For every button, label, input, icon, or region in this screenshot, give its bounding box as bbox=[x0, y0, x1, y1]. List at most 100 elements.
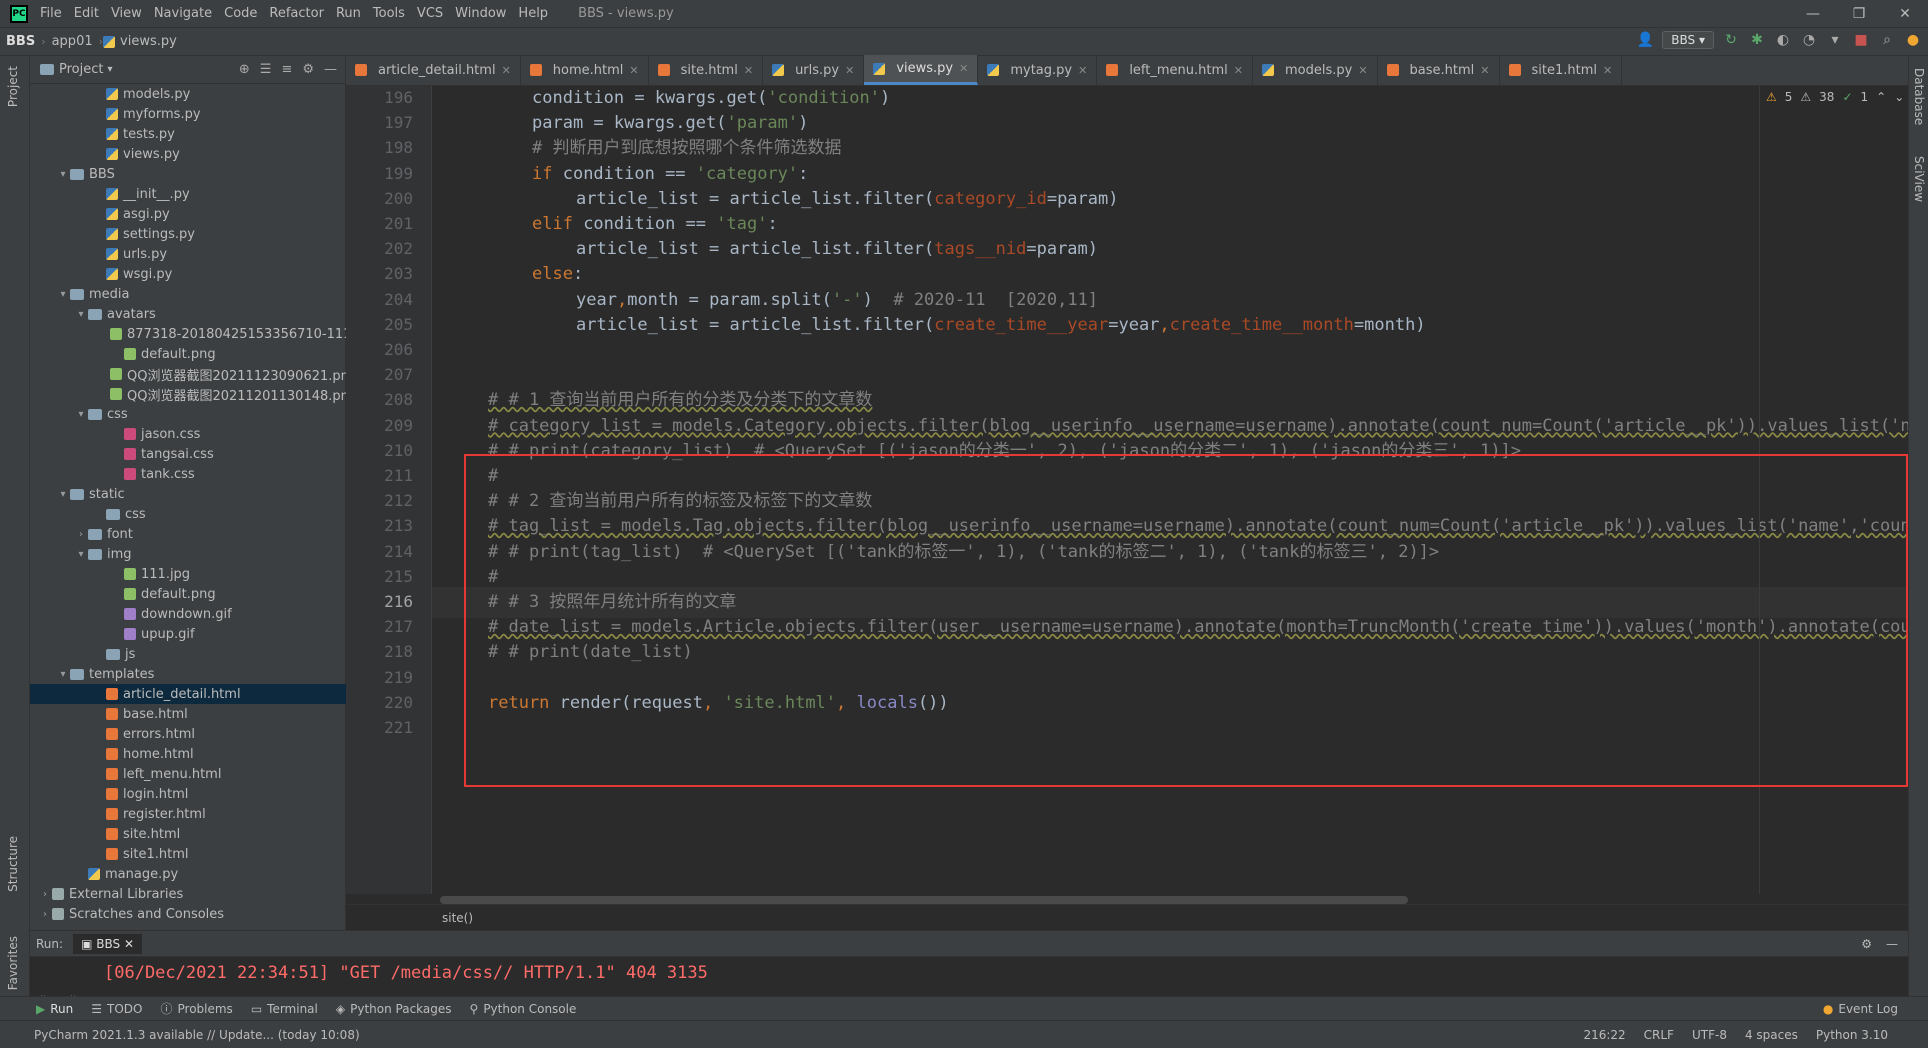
ide-update-icon[interactable]: ● bbox=[1904, 32, 1922, 48]
more-run-icon[interactable]: ▾ bbox=[1826, 32, 1844, 48]
next-highlight-icon[interactable]: ⌄ bbox=[1894, 90, 1904, 104]
nav-project[interactable]: BBS bbox=[0, 34, 41, 49]
tree-item[interactable]: css bbox=[30, 504, 346, 524]
tree-item[interactable]: left_menu.html bbox=[30, 764, 346, 784]
coverage-icon[interactable]: ◐ bbox=[1774, 32, 1792, 48]
project-panel-title[interactable]: Project bbox=[59, 62, 103, 77]
tree-item[interactable]: settings.py bbox=[30, 224, 346, 244]
locate-icon[interactable]: ⊕ bbox=[239, 62, 250, 77]
tree-item[interactable]: home.html bbox=[30, 744, 346, 764]
hide-icon[interactable]: — bbox=[324, 62, 337, 77]
tree-item[interactable]: errors.html bbox=[30, 724, 346, 744]
rerun-icon[interactable]: ↻ bbox=[1722, 32, 1740, 48]
nav-file[interactable]: views.py bbox=[120, 34, 183, 49]
editor-tab[interactable]: site1.html ✕ bbox=[1500, 55, 1623, 85]
tree-item[interactable]: ▾ css bbox=[30, 404, 346, 424]
profile-icon[interactable]: ◔ bbox=[1800, 32, 1818, 48]
close-icon[interactable]: ✕ bbox=[1603, 64, 1612, 77]
tree-item[interactable]: views.py bbox=[30, 144, 346, 164]
gear-icon[interactable]: ⚙ bbox=[1861, 937, 1872, 951]
favorites-side-tab[interactable]: Favorites bbox=[6, 936, 20, 990]
menu-view[interactable]: View bbox=[105, 6, 148, 21]
tree-item[interactable]: downdown.gif bbox=[30, 604, 346, 624]
expand-arrow-icon[interactable]: › bbox=[38, 909, 52, 920]
tree-item[interactable]: site.html bbox=[30, 824, 346, 844]
inspection-widget[interactable]: ⚠ 5 ⚠ 38 ✓ 1 ⌃ ⌄ bbox=[1766, 90, 1904, 104]
caret-position[interactable]: 216:22 bbox=[1583, 1028, 1625, 1042]
tree-item[interactable]: ▾ BBS bbox=[30, 164, 346, 184]
menu-tools[interactable]: Tools bbox=[367, 6, 411, 21]
toolwindow-run[interactable]: ▶ Run bbox=[36, 1002, 73, 1016]
structure-side-tab[interactable]: Structure bbox=[6, 836, 20, 892]
tree-item[interactable]: js bbox=[30, 644, 346, 664]
close-icon[interactable]: ✕ bbox=[845, 64, 854, 77]
menu-code[interactable]: Code bbox=[218, 6, 263, 21]
editor-tab[interactable]: urls.py ✕ bbox=[763, 55, 865, 85]
expand-arrow-icon[interactable]: ▾ bbox=[56, 289, 70, 300]
close-icon[interactable]: ✕ bbox=[502, 64, 511, 77]
editor-tab[interactable]: models.py ✕ bbox=[1253, 55, 1378, 85]
prev-highlight-icon[interactable]: ⌃ bbox=[1876, 90, 1886, 104]
menu-help[interactable]: Help bbox=[512, 6, 554, 21]
minimize-icon[interactable]: — bbox=[1790, 0, 1836, 28]
collapse-all-icon[interactable]: ≡ bbox=[281, 62, 292, 77]
tree-item[interactable]: ▾ templates bbox=[30, 664, 346, 684]
tree-item[interactable]: ▾ avatars bbox=[30, 304, 346, 324]
search-icon[interactable]: ⌕ bbox=[1878, 32, 1896, 48]
tree-item[interactable]: myforms.py bbox=[30, 104, 346, 124]
expand-arrow-icon[interactable]: ▾ bbox=[56, 489, 70, 500]
tree-item[interactable]: __init__.py bbox=[30, 184, 346, 204]
tree-item[interactable]: jason.css bbox=[30, 424, 346, 444]
horizontal-scrollbar[interactable] bbox=[440, 896, 1408, 904]
editor-tab[interactable]: article_detail.html ✕ bbox=[346, 55, 521, 85]
tree-item[interactable]: tangsai.css bbox=[30, 444, 346, 464]
tree-item[interactable]: urls.py bbox=[30, 244, 346, 264]
menu-vcs[interactable]: VCS bbox=[411, 6, 449, 21]
menu-refactor[interactable]: Refactor bbox=[263, 6, 330, 21]
editor-tab[interactable]: site.html ✕ bbox=[649, 55, 764, 85]
indent-setting[interactable]: 4 spaces bbox=[1745, 1028, 1798, 1042]
editor-tab[interactable]: mytag.py ✕ bbox=[978, 55, 1098, 85]
tree-item[interactable]: ▾ img bbox=[30, 544, 346, 564]
tree-item[interactable]: 111.jpg bbox=[30, 564, 346, 584]
tree-item[interactable]: tank.css bbox=[30, 464, 346, 484]
debug-icon[interactable]: ✱ bbox=[1748, 32, 1766, 48]
tree-item[interactable]: login.html bbox=[30, 784, 346, 804]
toolwindow-terminal[interactable]: ▭ Terminal bbox=[251, 1002, 318, 1016]
tree-item[interactable]: default.png bbox=[30, 344, 346, 364]
stop-icon[interactable]: ■ bbox=[1852, 32, 1870, 48]
line-separator[interactable]: CRLF bbox=[1644, 1028, 1674, 1042]
tree-item[interactable]: › font bbox=[30, 524, 346, 544]
run-tab-bbs[interactable]: ▣ BBS ✕ bbox=[73, 933, 142, 954]
toolwindow-todo[interactable]: ☰ TODO bbox=[91, 1002, 142, 1016]
event-log-button[interactable]: ● Event Log bbox=[1823, 1002, 1898, 1016]
tree-item[interactable]: models.py bbox=[30, 84, 346, 104]
menu-run[interactable]: Run bbox=[330, 6, 367, 21]
expand-all-icon[interactable]: ☰ bbox=[260, 62, 272, 77]
close-icon[interactable]: ✕ bbox=[1234, 64, 1243, 77]
close-icon[interactable]: ✕ bbox=[629, 64, 638, 77]
hide-icon[interactable]: — bbox=[1886, 937, 1898, 951]
tree-item[interactable]: default.png bbox=[30, 584, 346, 604]
close-icon[interactable]: ✕ bbox=[124, 937, 134, 951]
expand-arrow-icon[interactable]: ▾ bbox=[74, 409, 88, 420]
toolwindow-python-console[interactable]: ⚲ Python Console bbox=[470, 1002, 577, 1016]
editor-tab[interactable]: base.html ✕ bbox=[1378, 55, 1500, 85]
editor-tab[interactable]: left_menu.html ✕ bbox=[1097, 55, 1253, 85]
close-icon[interactable]: ✕ bbox=[1480, 64, 1489, 77]
expand-arrow-icon[interactable]: › bbox=[38, 889, 52, 900]
user-icon[interactable]: 👤 bbox=[1636, 32, 1654, 48]
expand-arrow-icon[interactable]: ▾ bbox=[56, 669, 70, 680]
tree-item[interactable]: article_detail.html bbox=[30, 684, 346, 704]
sciview-side-tab[interactable]: SciView bbox=[1912, 156, 1926, 202]
close-icon[interactable]: ✕ bbox=[1078, 64, 1087, 77]
project-side-tab[interactable]: Project bbox=[6, 66, 20, 107]
tree-item[interactable]: 877318-20180425153356710-1116321 bbox=[30, 324, 346, 344]
python-interpreter[interactable]: Python 3.10 bbox=[1816, 1028, 1888, 1042]
menu-window[interactable]: Window bbox=[449, 6, 512, 21]
close-icon[interactable]: ✕ bbox=[1882, 0, 1928, 28]
tree-item[interactable]: › Scratches and Consoles bbox=[30, 904, 346, 924]
tree-item[interactable]: QQ浏览器截图20211123090621.png bbox=[30, 364, 346, 384]
tree-item[interactable]: manage.py bbox=[30, 864, 346, 884]
tree-item[interactable]: base.html bbox=[30, 704, 346, 724]
